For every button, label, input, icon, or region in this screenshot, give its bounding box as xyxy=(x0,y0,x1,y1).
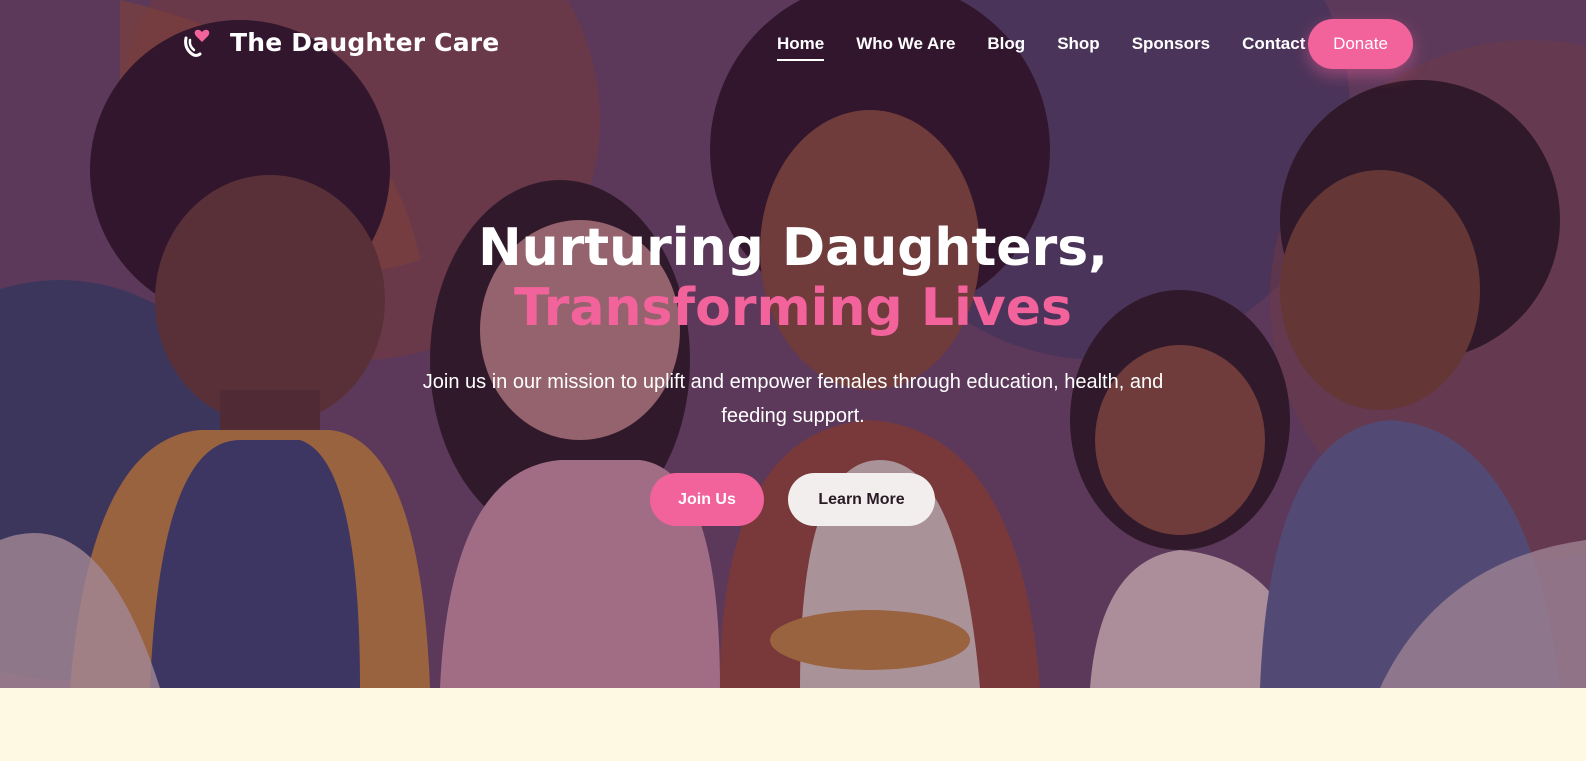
nav-shop[interactable]: Shop xyxy=(1057,34,1100,60)
top-navigation: The Daughter Care Home Who We Are Blog S… xyxy=(0,0,1586,88)
learn-more-button[interactable]: Learn More xyxy=(788,473,935,526)
main-menu: Home Who We Are Blog Shop Sponsors Conta… xyxy=(777,34,1305,61)
nav-home[interactable]: Home xyxy=(777,34,825,61)
hero-title-line2: Transforming Lives xyxy=(514,278,1072,338)
hero-section: The Daughter Care Home Who We Are Blog S… xyxy=(0,0,1586,688)
brand-logo[interactable]: The Daughter Care xyxy=(180,24,499,60)
nav-blog[interactable]: Blog xyxy=(987,34,1025,60)
nav-sponsors[interactable]: Sponsors xyxy=(1132,34,1210,60)
next-section xyxy=(0,688,1586,761)
hero-title-line1: Nurturing Daughters, xyxy=(478,218,1108,278)
nav-contact[interactable]: Contact xyxy=(1242,34,1305,60)
nav-who-we-are[interactable]: Who We Are xyxy=(856,34,955,60)
brand-name: The Daughter Care xyxy=(230,27,500,57)
donate-button[interactable]: Donate xyxy=(1308,19,1413,69)
join-us-button[interactable]: Join Us xyxy=(650,473,764,526)
hands-heart-icon xyxy=(184,29,210,57)
hero-title: Nurturing Daughters, Transforming Lives xyxy=(0,218,1586,338)
hero-subtitle: Join us in our mission to uplift and emp… xyxy=(422,371,1164,427)
hero-overlay xyxy=(0,0,1586,688)
